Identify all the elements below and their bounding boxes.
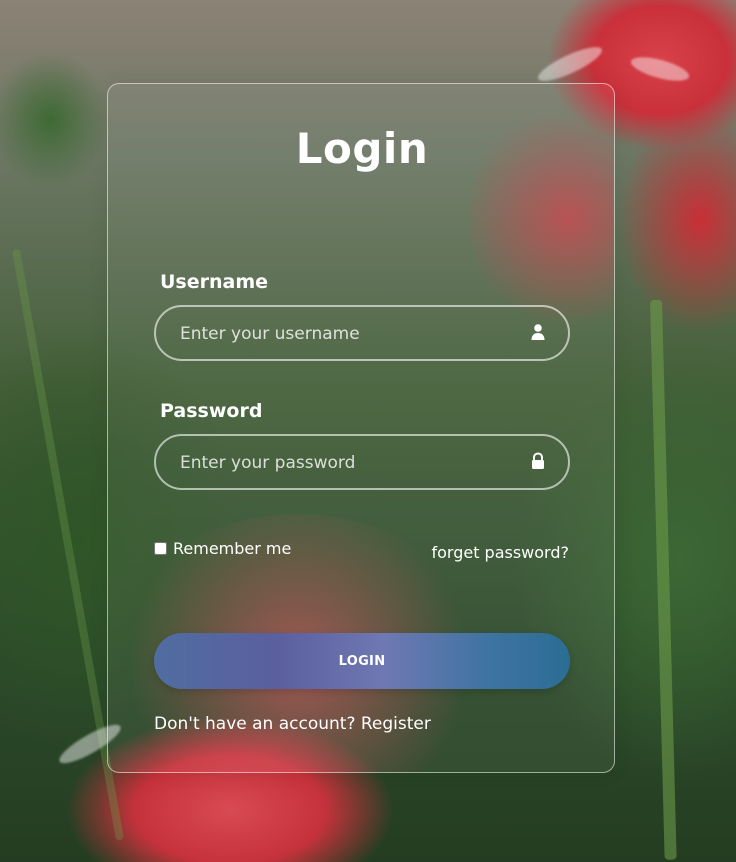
password-label: Password (160, 400, 263, 422)
register-line: Don't have an account? Register (154, 714, 431, 734)
login-title: Login (295, 124, 429, 173)
lock-icon (530, 452, 546, 470)
remember-me-checkbox[interactable] (154, 542, 167, 555)
forgot-password-link[interactable]: forget password? (431, 543, 569, 562)
petal-highlight (534, 41, 606, 87)
remember-me[interactable]: Remember me (154, 539, 291, 558)
password-field-wrapper (154, 434, 570, 490)
username-field-wrapper (154, 305, 570, 361)
user-icon (530, 323, 546, 341)
petal-highlight (628, 52, 692, 86)
username-input[interactable] (178, 307, 512, 361)
login-button[interactable]: LOGIN (154, 633, 570, 689)
remember-me-label: Remember me (173, 539, 292, 558)
username-label: Username (160, 271, 269, 293)
login-card: Login Username Password Remember me forg… (107, 83, 615, 773)
register-prompt: Don't have an account? (154, 714, 356, 734)
password-input[interactable] (178, 436, 512, 490)
register-link[interactable]: Register (361, 714, 431, 734)
flower-stem (650, 299, 677, 860)
